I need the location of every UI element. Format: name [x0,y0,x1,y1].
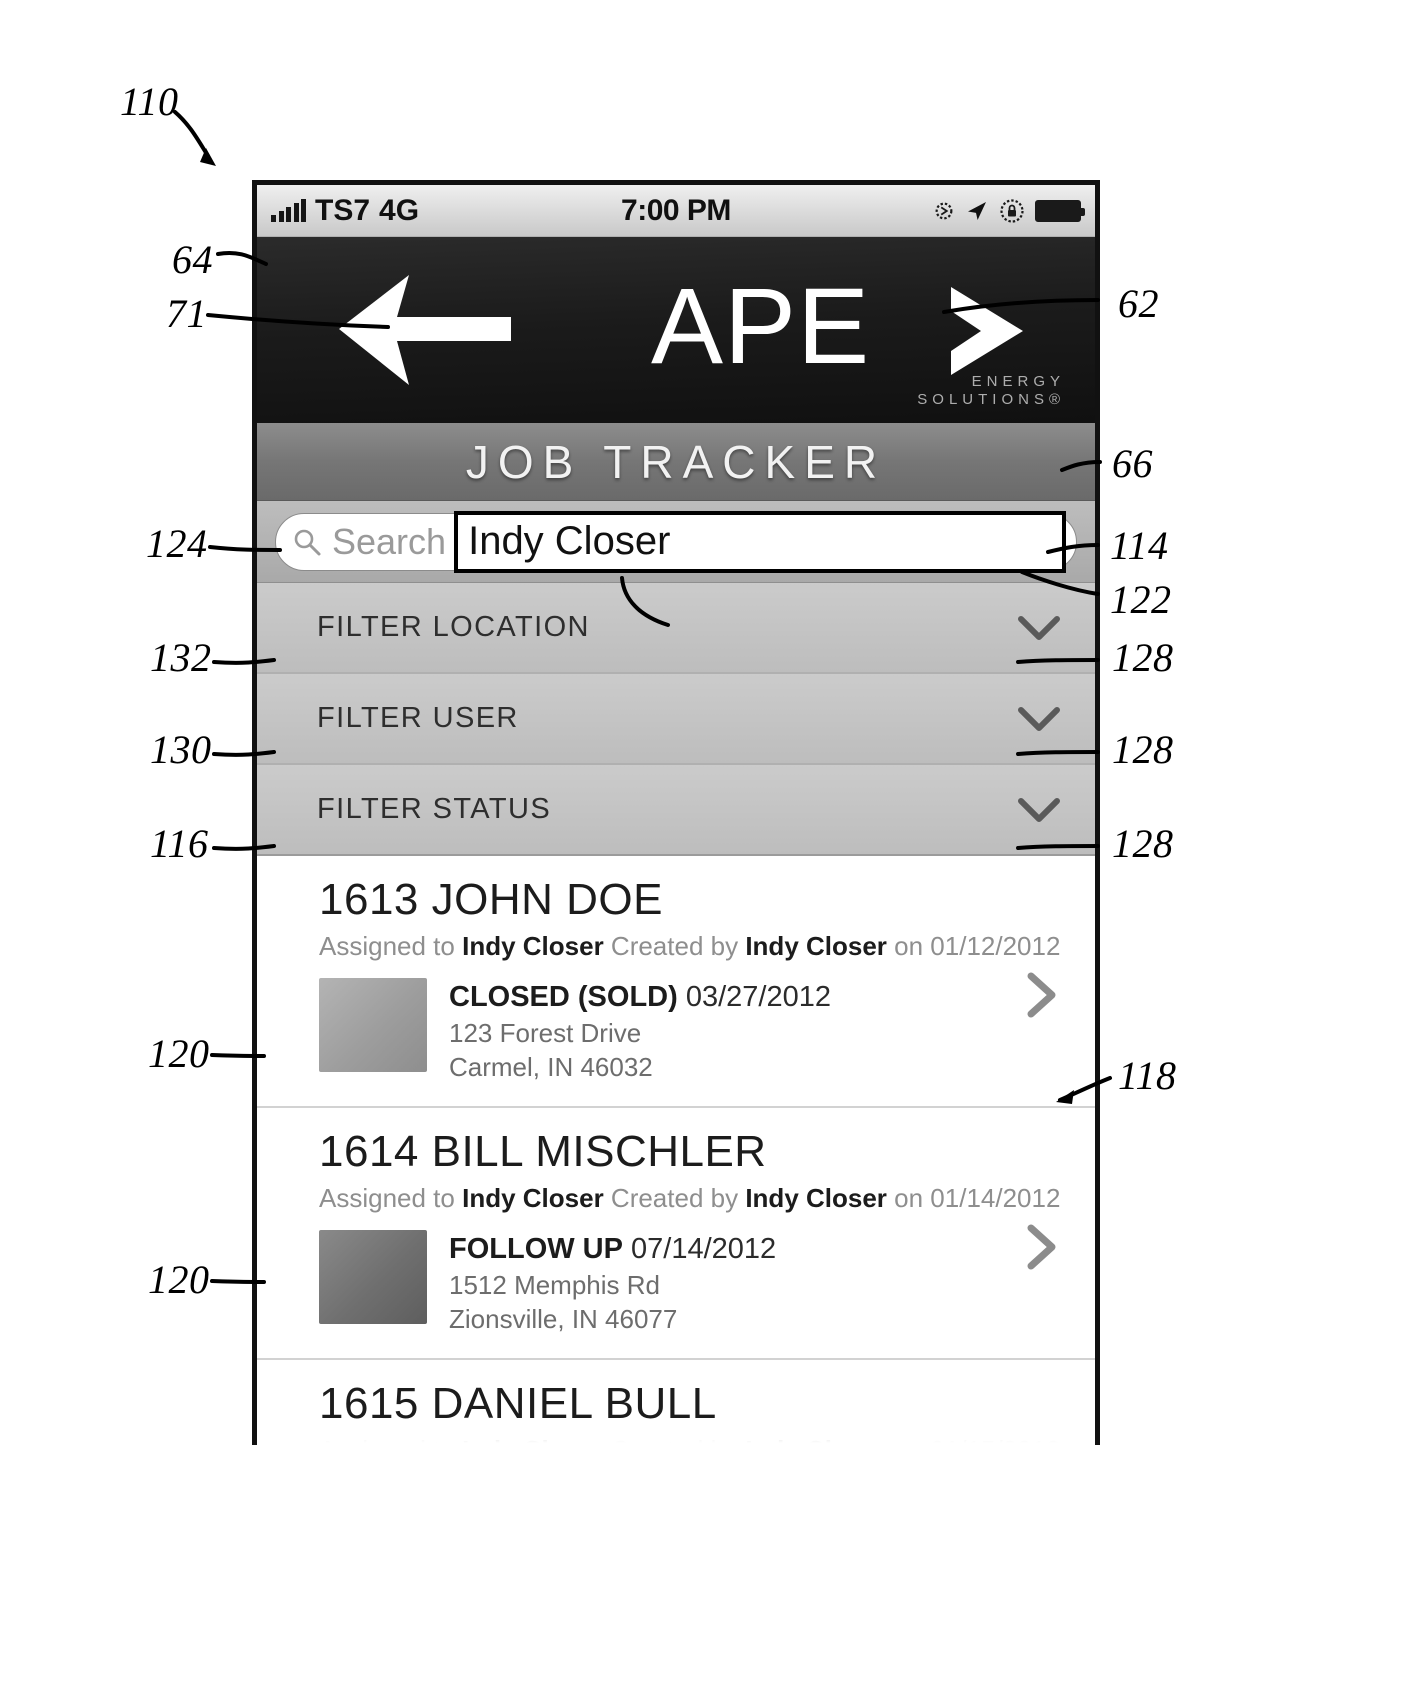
page-title-bar: JOB TRACKER [257,423,1095,501]
created-on-date: 01/12/2012 [930,931,1061,961]
status-bar-right [933,198,1085,224]
page-title: JOB TRACKER [465,435,887,488]
chevron-down-icon[interactable] [1017,796,1061,824]
filter-user-label: FILTER USER [317,702,519,734]
callout-64: 64 [172,237,213,282]
job-title: 1613 JOHN DOE [319,875,663,924]
chevron-right-icon[interactable] [1025,971,1059,1019]
callout-132: 132 [150,635,212,680]
apex-tagline-line1: ENERGY [971,373,1065,390]
search-bar-row: Search Indy Closer [257,501,1095,583]
assigned-to-value: Indy Closer [462,1183,604,1213]
carrier-label: TS7 [315,193,371,227]
callout-122: 122 [1110,577,1172,622]
job-status-line: CLOSED (SOLD) 03/27/2012 [449,978,1065,1016]
assigned-prefix: Assigned to [319,1183,463,1213]
search-placeholder: Search [332,520,447,562]
phone-screen: TS7 4G 7:00 PM APE ENERGY SOLUTIONS® JOB… [252,180,1100,1445]
callout-124: 124 [146,521,208,566]
status-bar: TS7 4G 7:00 PM [257,185,1095,237]
filter-row-location[interactable]: FILTER LOCATION [257,583,1095,674]
location-arrow-icon [968,201,986,220]
search-value-highlight-box[interactable]: Indy Closer [454,510,1066,573]
job-detail: CLOSED (SOLD) 03/27/2012 123 Forest Driv… [449,978,1065,1084]
apex-tagline: ENERGY SOLUTIONS® [917,373,1065,409]
job-body: FOLLOW UP 07/14/2012 1512 Memphis Rd Zio… [319,1230,1065,1336]
assigned-to-value: Indy Closer [462,931,604,961]
status-bar-left: TS7 4G [271,194,419,228]
job-list: 1613 JOHN DOE Assigned to Indy Closer Cr… [257,856,1095,1445]
back-arrow-icon[interactable] [335,265,515,395]
chevron-right-icon[interactable] [1025,1223,1059,1271]
status-date: 03/27/2012 [685,981,831,1013]
job-address-line2: Zionsville, IN 46077 [449,1304,678,1334]
job-list-item[interactable]: 1614 BILL MISCHLER Assigned to Indy Clos… [257,1108,1095,1360]
job-meta: Assigned to Indy Closer Created by Indy … [319,928,1065,964]
created-on-prefix: on [886,931,931,961]
callout-118: 118 [1118,1053,1177,1098]
search-input[interactable]: Search Indy Closer [275,510,1077,573]
job-thumbnail [319,978,427,1072]
job-status-line: FOLLOW UP 07/14/2012 [449,1230,1065,1268]
callout-71: 71 [166,291,207,336]
network-label: 4G [379,193,420,227]
callout-128-location: 128 [1112,635,1174,680]
callout-116: 116 [150,821,209,866]
clock-label: 7:00 PM [621,193,731,227]
search-value: Indy Closer [468,519,671,563]
app-header: APE ENERGY SOLUTIONS® [257,237,1095,423]
created-on-date: 01/14/2012 [930,1183,1061,1213]
callout-110: 110 [120,79,179,124]
job-meta: Assigned to Indy Closer Created by Indy … [319,1180,1065,1216]
job-body: CLOSED (SOLD) 03/27/2012 123 Forest Driv… [319,978,1065,1084]
callout-66: 66 [1112,441,1153,486]
job-address-line1: 1512 Memphis Rd [449,1270,660,1300]
callout-128-status: 128 [1112,821,1174,866]
signal-bars-icon [271,198,306,222]
filter-row-status[interactable]: FILTER STATUS [257,765,1095,856]
status-badge: FOLLOW UP [449,1233,623,1265]
filter-location-label: FILTER LOCATION [317,611,590,643]
created-prefix: Created by [603,931,746,961]
job-address-line1: 123 Forest Drive [449,1018,642,1048]
patent-figure: 110 64 71 62 66 124 114 122 126 132 128 … [0,0,1416,1703]
callout-128-user: 128 [1112,727,1174,772]
apex-tagline-line2: SOLUTIONS® [917,391,1065,408]
rotation-lock-icon [1000,198,1024,223]
callout-120-second: 120 [148,1257,210,1302]
screen-bottom-cutoff [257,1419,1095,1445]
job-detail: FOLLOW UP 07/14/2012 1512 Memphis Rd Zio… [449,1230,1065,1336]
created-prefix: Created by [603,1183,746,1213]
created-on-prefix: on [886,1183,931,1213]
callout-114: 114 [1110,523,1169,568]
callout-62: 62 [1118,281,1159,326]
assigned-prefix: Assigned to [319,931,463,961]
callout-120-first: 120 [148,1031,210,1076]
callout-130: 130 [150,727,212,772]
job-title: 1614 BILL MISCHLER [319,1127,767,1176]
bluetooth-icon [935,202,953,219]
search-icon [294,529,321,555]
created-by-value: Indy Closer [745,1183,887,1213]
filter-list: FILTER LOCATION FILTER USER FILTER STATU… [257,583,1095,856]
svg-text:APE: APE [651,271,870,386]
status-date: 07/14/2012 [631,1233,777,1265]
filter-row-user[interactable]: FILTER USER [257,674,1095,765]
status-badge: CLOSED (SOLD) [449,981,678,1013]
filter-status-label: FILTER STATUS [317,793,552,825]
chevron-down-icon[interactable] [1017,705,1061,733]
battery-icon [1035,199,1085,222]
chevron-down-icon[interactable] [1017,614,1061,642]
job-thumbnail [319,1230,427,1324]
created-by-value: Indy Closer [745,931,887,961]
job-address-line2: Carmel, IN 46032 [449,1052,653,1082]
job-list-item[interactable]: 1613 JOHN DOE Assigned to Indy Closer Cr… [257,856,1095,1108]
